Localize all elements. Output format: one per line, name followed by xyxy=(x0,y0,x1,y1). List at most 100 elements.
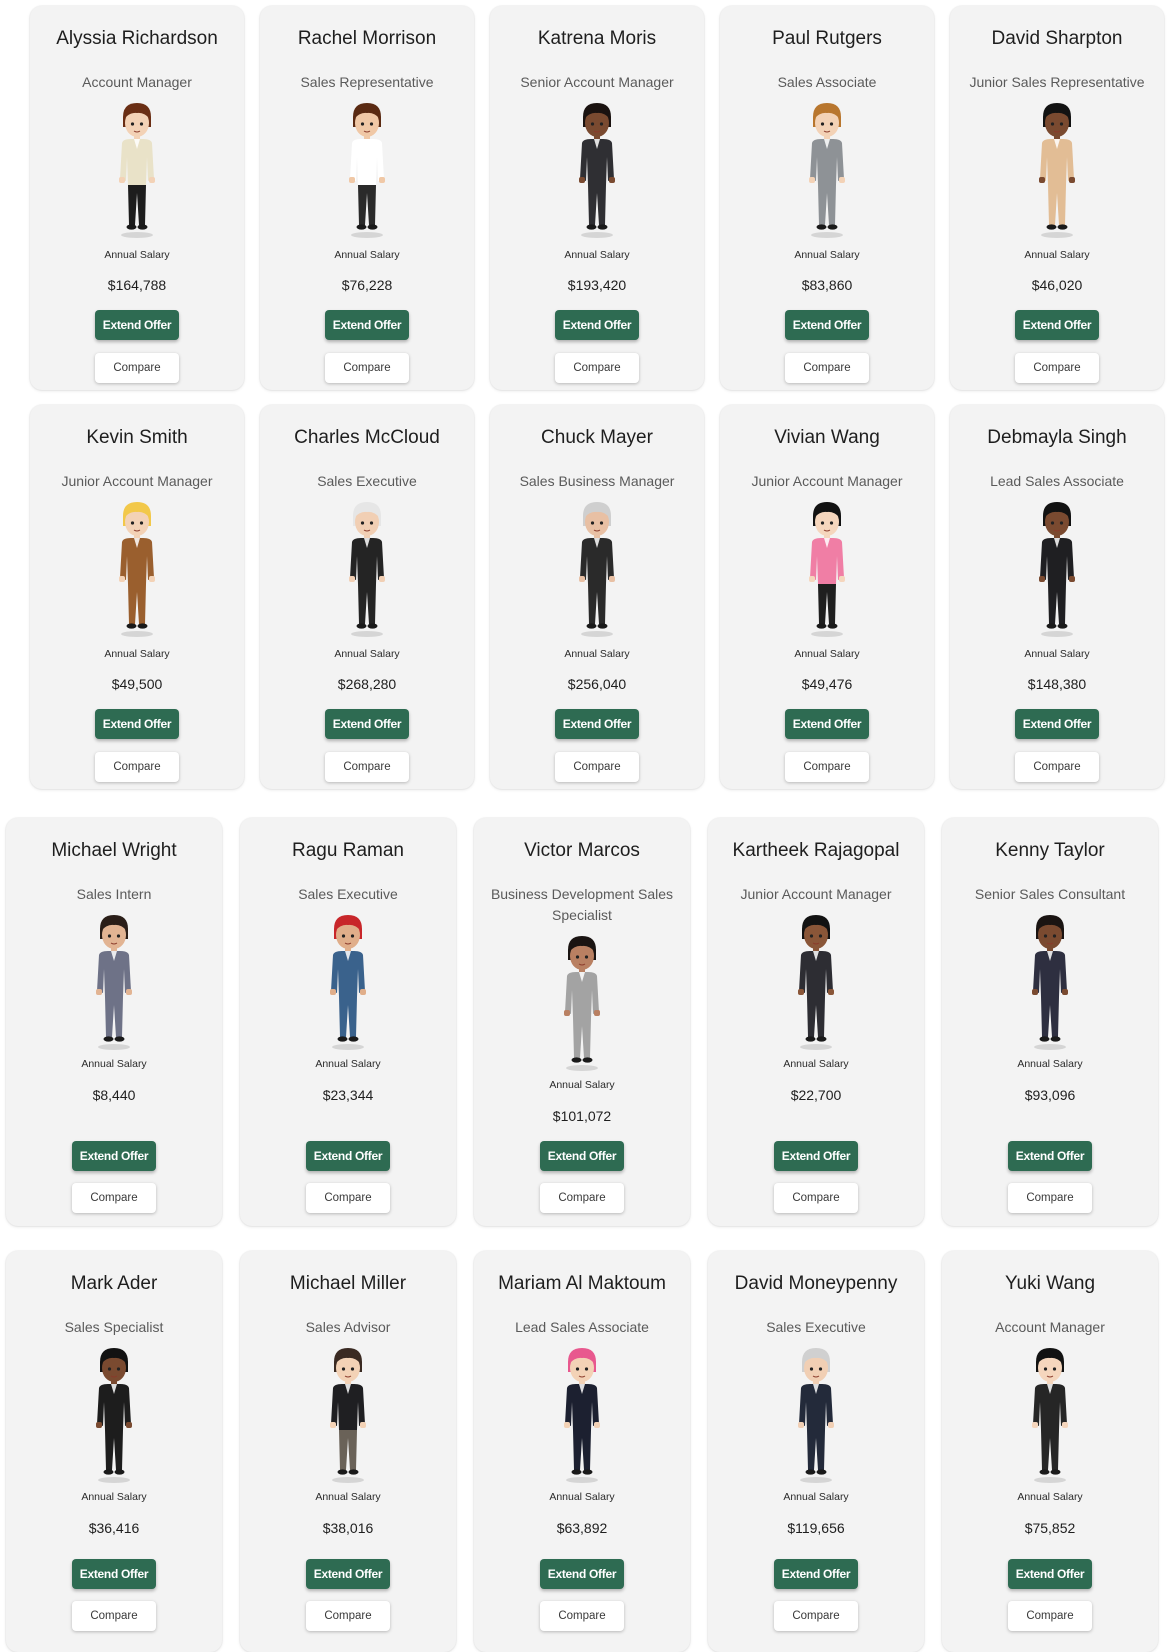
candidate-role: Account Manager xyxy=(82,74,192,90)
candidate-avatar xyxy=(339,101,395,239)
extend-offer-button[interactable]: Extend Offer xyxy=(95,709,179,739)
extend-offer-button[interactable]: Extend Offer xyxy=(555,709,639,739)
extend-offer-button[interactable]: Extend Offer xyxy=(1015,310,1099,340)
extend-offer-button[interactable]: Extend Offer xyxy=(774,1559,858,1589)
compare-button[interactable]: Compare xyxy=(325,752,409,782)
salary-value: $8,440 xyxy=(92,1087,136,1103)
extend-offer-button[interactable]: Extend Offer xyxy=(785,310,869,340)
compare-button[interactable]: Compare xyxy=(540,1183,624,1213)
salary-value: $22,700 xyxy=(790,1087,842,1103)
extend-offer-button[interactable]: Extend Offer xyxy=(306,1141,390,1171)
candidate-card-alyssia-richardson: Alyssia Richardson Account Manager Annua… xyxy=(30,6,244,390)
candidate-role: Lead Sales Associate xyxy=(990,473,1124,489)
candidate-card-mark-ader: Mark Ader Sales Specialist Annual Salary… xyxy=(6,1251,222,1652)
salary-label: Annual Salary xyxy=(564,648,630,660)
compare-button[interactable]: Compare xyxy=(95,752,179,782)
compare-button[interactable]: Compare xyxy=(1008,1183,1092,1213)
extend-offer-button[interactable]: Extend Offer xyxy=(306,1559,390,1589)
compare-button[interactable]: Compare xyxy=(72,1183,156,1213)
candidate-name: Michael Miller xyxy=(289,1273,407,1294)
salary-value: $76,228 xyxy=(341,277,393,293)
extend-offer-button[interactable]: Extend Offer xyxy=(72,1559,156,1589)
salary-value: $23,344 xyxy=(322,1087,374,1103)
candidate-card-chuck-mayer: Chuck Mayer Sales Business Manager Annua… xyxy=(490,405,704,789)
candidate-name: Chuck Mayer xyxy=(541,427,653,448)
compare-button[interactable]: Compare xyxy=(72,1601,156,1631)
salary-label: Annual Salary xyxy=(549,1491,615,1503)
candidate-avatar xyxy=(554,934,610,1072)
candidate-role: Sales Executive xyxy=(298,886,398,902)
candidate-role: Sales Associate xyxy=(777,74,877,90)
candidate-name: Rachel Morrison xyxy=(297,28,437,49)
candidate-role: Sales Intern xyxy=(76,886,152,902)
candidate-avatar xyxy=(1022,913,1078,1051)
candidate-role: Business Development Sales Specialist xyxy=(490,886,674,923)
candidate-card-david-moneypenny: David Moneypenny Sales Executive Annual … xyxy=(708,1251,924,1652)
candidate-avatar xyxy=(339,500,395,638)
extend-offer-button[interactable]: Extend Offer xyxy=(72,1141,156,1171)
salary-label: Annual Salary xyxy=(81,1491,147,1503)
candidate-avatar xyxy=(1029,500,1085,638)
candidate-card-michael-miller: Michael Miller Sales Advisor Annual Sala… xyxy=(240,1251,456,1652)
compare-button[interactable]: Compare xyxy=(774,1183,858,1213)
candidate-avatar xyxy=(569,101,625,239)
compare-button[interactable]: Compare xyxy=(325,353,409,383)
extend-offer-button[interactable]: Extend Offer xyxy=(785,709,869,739)
candidate-role: Sales Advisor xyxy=(305,1319,391,1335)
compare-button[interactable]: Compare xyxy=(95,353,179,383)
extend-offer-button[interactable]: Extend Offer xyxy=(1015,709,1099,739)
extend-offer-button[interactable]: Extend Offer xyxy=(1008,1559,1092,1589)
compare-button[interactable]: Compare xyxy=(306,1601,390,1631)
candidate-name: Yuki Wang xyxy=(1004,1273,1096,1294)
compare-button[interactable]: Compare xyxy=(555,752,639,782)
candidate-name: Michael Wright xyxy=(51,840,177,861)
compare-button[interactable]: Compare xyxy=(785,353,869,383)
candidate-role: Junior Account Manager xyxy=(61,473,213,489)
compare-button[interactable]: Compare xyxy=(785,752,869,782)
candidate-role: Senior Account Manager xyxy=(520,74,674,90)
compare-button[interactable]: Compare xyxy=(555,353,639,383)
candidate-role: Account Manager xyxy=(995,1319,1105,1335)
salary-value: $164,788 xyxy=(107,277,167,293)
candidate-avatar xyxy=(788,1346,844,1484)
salary-label: Annual Salary xyxy=(794,648,860,660)
salary-label: Annual Salary xyxy=(1024,648,1090,660)
candidate-role: Sales Specialist xyxy=(64,1319,164,1335)
candidate-name: Vivian Wang xyxy=(774,427,880,448)
extend-offer-button[interactable]: Extend Offer xyxy=(95,310,179,340)
candidate-card-vivian-wang: Vivian Wang Junior Account Manager Annua… xyxy=(720,405,934,789)
candidate-card-debmayla-singh: Debmayla Singh Lead Sales Associate Annu… xyxy=(950,405,1164,789)
candidate-card-michael-wright: Michael Wright Sales Intern Annual Salar… xyxy=(6,818,222,1226)
compare-button[interactable]: Compare xyxy=(774,1601,858,1631)
candidate-name: Kartheek Rajagopal xyxy=(732,840,900,861)
candidate-role: Junior Account Manager xyxy=(740,886,892,902)
extend-offer-button[interactable]: Extend Offer xyxy=(325,310,409,340)
salary-label: Annual Salary xyxy=(81,1058,147,1070)
compare-button[interactable]: Compare xyxy=(1008,1601,1092,1631)
candidate-name: Mariam Al Maktoum xyxy=(498,1273,666,1294)
candidate-name: Mark Ader xyxy=(70,1273,158,1294)
candidate-name: David Sharpton xyxy=(991,28,1123,49)
salary-value: $93,096 xyxy=(1024,1087,1076,1103)
compare-button[interactable]: Compare xyxy=(306,1183,390,1213)
salary-value: $268,280 xyxy=(337,676,397,692)
salary-label: Annual Salary xyxy=(334,648,400,660)
extend-offer-button[interactable]: Extend Offer xyxy=(555,310,639,340)
candidate-avatar xyxy=(109,500,165,638)
extend-offer-button[interactable]: Extend Offer xyxy=(1008,1141,1092,1171)
extend-offer-button[interactable]: Extend Offer xyxy=(540,1141,624,1171)
candidate-name: Victor Marcos xyxy=(524,840,640,861)
candidate-avatar xyxy=(1029,101,1085,239)
extend-offer-button[interactable]: Extend Offer xyxy=(774,1141,858,1171)
candidate-name: Paul Rutgers xyxy=(772,28,882,49)
compare-button[interactable]: Compare xyxy=(1015,353,1099,383)
compare-button[interactable]: Compare xyxy=(540,1601,624,1631)
candidate-card-kevin-smith: Kevin Smith Junior Account Manager Annua… xyxy=(30,405,244,789)
compare-button[interactable]: Compare xyxy=(1015,752,1099,782)
extend-offer-button[interactable]: Extend Offer xyxy=(325,709,409,739)
candidate-role: Sales Representative xyxy=(300,74,434,90)
salary-label: Annual Salary xyxy=(1017,1058,1083,1070)
extend-offer-button[interactable]: Extend Offer xyxy=(540,1559,624,1589)
candidate-avatar xyxy=(320,913,376,1051)
salary-value: $101,072 xyxy=(552,1108,612,1124)
